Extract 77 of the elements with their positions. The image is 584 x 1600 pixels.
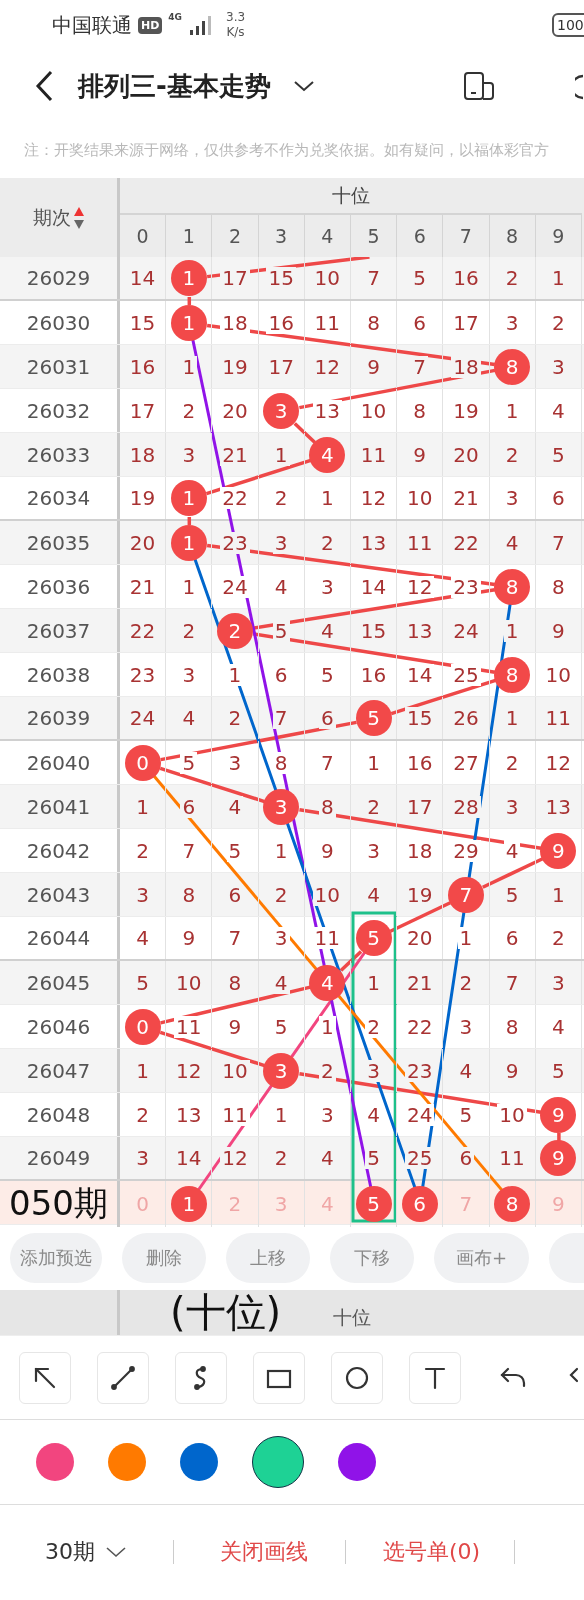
number-ball: 9 (540, 1140, 577, 1176)
table-cell: 25 (451, 663, 481, 686)
number-ball: 5 (355, 700, 392, 736)
color-swatch[interactable] (252, 1436, 304, 1488)
trend-line (339, 950, 363, 972)
table-cell: 23 (451, 575, 481, 598)
period-label: 050期 (0, 1181, 120, 1227)
number-ball: 1 (170, 304, 207, 341)
action-chip[interactable]: 添加预选 (10, 1232, 102, 1283)
text-tool-icon[interactable] (409, 1351, 461, 1404)
number-ball: 1 (170, 480, 207, 516)
trend-line (187, 297, 192, 305)
number-ball: 9 (540, 832, 577, 869)
number-ball: 2 (216, 612, 253, 649)
number-ball: 4 (309, 964, 346, 1001)
number-ball: 8 (494, 656, 531, 693)
trend-line (293, 422, 317, 444)
curve-icon[interactable] (175, 1351, 227, 1404)
number-ball[interactable]: 5 (355, 1186, 392, 1222)
table-cell: 28 (451, 795, 481, 818)
number-ball: 7 (447, 876, 484, 913)
number-ball: 8 (494, 568, 531, 605)
network-type: 4G (168, 12, 182, 22)
chevron-down-icon (105, 1545, 127, 1558)
trend-line (187, 517, 192, 525)
hd-badge: HD (138, 16, 163, 34)
pick-list-button[interactable]: 选号单(0) (383, 1536, 481, 1567)
color-swatch[interactable] (180, 1443, 218, 1481)
number-ball[interactable]: 6 (401, 1186, 438, 1222)
page-title: 排列三-基本走势 (78, 69, 271, 103)
number-ball[interactable]: 8 (494, 1186, 531, 1222)
dropdown-chevron-icon[interactable] (292, 79, 315, 93)
action-chip[interactable]: 下移 (330, 1232, 414, 1283)
number-ball: 3 (263, 788, 300, 825)
group-header: 十位 (333, 1305, 371, 1330)
back-button[interactable] (34, 69, 54, 103)
action-chip[interactable]: 上移 (226, 1232, 310, 1283)
table-cell: 5 (180, 751, 198, 774)
group-header: 十位 (120, 178, 582, 215)
overlay-caption: (十位) (170, 1290, 282, 1335)
close-drawing-button[interactable]: 关闭画线 (220, 1536, 308, 1567)
disclaimer-text: 注：开奖结果来源于网络，仅供参考不作为兑奖依据。如有疑问，以福体彩官方 (23, 140, 550, 160)
trend-line (557, 1133, 561, 1141)
table-cell: 24 (405, 1103, 435, 1126)
network-speed: 3.3 K/s (226, 10, 246, 40)
battery-indicator: 100 (552, 13, 584, 37)
column-header[interactable]: 期次 (32, 204, 71, 231)
table-cell: 23 (220, 531, 250, 554)
number-ball: 3 (263, 392, 300, 429)
color-swatch[interactable] (108, 1443, 146, 1481)
sort-icon[interactable] (72, 205, 85, 230)
trend-line (482, 857, 544, 889)
number-ball[interactable]: 1 (170, 1186, 207, 1222)
number-ball: 9 (540, 1096, 577, 1133)
rectangle-icon[interactable] (253, 1351, 305, 1404)
number-ball: 5 (355, 920, 392, 956)
period-select[interactable]: 30期 (45, 1536, 127, 1567)
table-cell: 29 (451, 839, 481, 862)
number-ball: 0 (124, 1008, 161, 1045)
table-cell: 3 (365, 1059, 382, 1082)
color-swatch[interactable] (36, 1443, 74, 1481)
trend-line (389, 901, 451, 933)
number-ball: 8 (494, 348, 531, 385)
carrier-name: 中国联通 (52, 11, 132, 39)
table-cell: 24 (220, 575, 250, 598)
table-cell: 5 (272, 619, 290, 642)
action-chip[interactable]: 删除 (122, 1232, 206, 1283)
number-ball: 1 (170, 524, 207, 561)
table-cell: 18 (451, 355, 481, 378)
device-rotate-icon[interactable] (462, 71, 495, 101)
number-ball: 4 (309, 436, 346, 473)
signal-icon (188, 14, 214, 36)
number-ball: 0 (124, 744, 161, 781)
action-chip[interactable]: 画布+ (434, 1232, 530, 1283)
number-ball: 3 (263, 1052, 300, 1089)
color-swatch[interactable] (338, 1443, 376, 1481)
number-ball: 1 (170, 260, 207, 296)
